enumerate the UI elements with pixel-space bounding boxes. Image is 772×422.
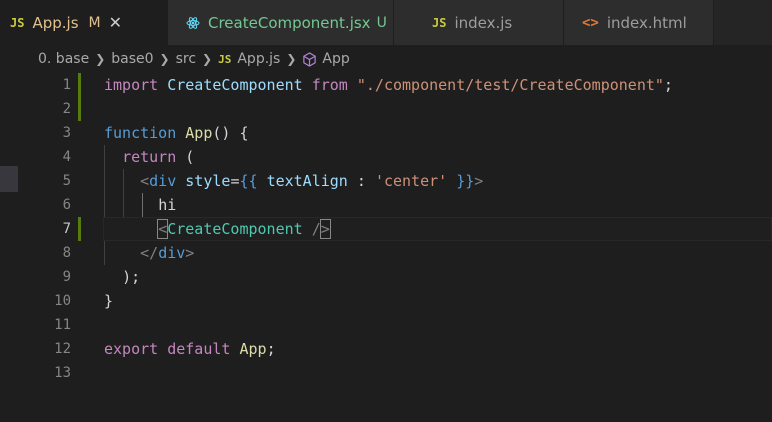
jsx-text: hi <box>158 196 177 214</box>
editor-tab-bar: JS App.js M ✕ CreateComponent.jsx U JS i… <box>0 0 772 45</box>
chevron-right-icon: ❯ <box>95 52 106 66</box>
code-line-current: 7 <CreateComponent /> <box>0 217 772 241</box>
tab-index-html[interactable]: <> index.html <box>564 0 714 45</box>
keyword: function <box>104 124 177 142</box>
code-editor[interactable]: 1 import CreateComponent from "./compone… <box>0 73 772 422</box>
component-name: CreateComponent <box>167 220 303 238</box>
code-line: 10 } <box>0 289 772 313</box>
line-number: 3 <box>62 125 71 141</box>
punctuation: } <box>104 292 114 310</box>
code-text: hi <box>104 193 176 217</box>
line-number: 7 <box>62 221 71 237</box>
tag-name: div <box>158 244 186 262</box>
punctuation: ( <box>185 148 195 166</box>
tag-bracket: < <box>157 219 169 239</box>
tag-bracket: > <box>185 244 195 262</box>
line-number: 8 <box>62 245 71 261</box>
string-literal: "./component/test/CreateComponent" <box>356 76 664 94</box>
line-number: 11 <box>54 317 71 333</box>
code-line: 5 <div style={{ textAlign : 'center' }}> <box>0 169 772 193</box>
code-line: 9 ); <box>0 265 772 289</box>
code-line: 13 <box>0 361 772 385</box>
punctuation: ; <box>663 76 673 94</box>
keyword: import <box>104 76 159 94</box>
breadcrumb-file[interactable]: App.js <box>237 51 280 67</box>
tab-label: index.html <box>606 13 687 32</box>
line-number: 13 <box>54 365 71 381</box>
breadcrumb-symbol[interactable]: App <box>322 51 349 67</box>
chevron-right-icon: ❯ <box>159 52 170 66</box>
breadcrumb: 0. base ❯ base0 ❯ src ❯ JS App.js ❯ App <box>0 45 772 73</box>
keyword: default <box>167 340 231 358</box>
line-number: 5 <box>62 173 71 189</box>
code-text: <div style={{ textAlign : 'center' }}> <box>104 169 483 193</box>
punctuation: () { <box>212 124 249 142</box>
code-text: export default App; <box>104 337 276 361</box>
jsx-brace: }} <box>456 172 475 190</box>
line-number: 2 <box>62 101 71 117</box>
code-line: 6 hi <box>0 193 772 217</box>
code-text: function App() { <box>104 121 249 145</box>
punctuation: ); <box>122 268 141 286</box>
line-number: 6 <box>62 197 71 213</box>
line-number: 10 <box>54 293 71 309</box>
punctuation: ; <box>266 340 276 358</box>
html-file-icon: <> <box>582 14 599 31</box>
code-text: } <box>104 289 113 313</box>
code-line: 1 import CreateComponent from "./compone… <box>0 73 772 97</box>
javascript-file-icon: JS <box>218 52 232 66</box>
property-name: textAlign <box>266 172 348 190</box>
string-literal: 'center' <box>374 172 448 190</box>
line-number: 4 <box>62 149 71 165</box>
code-line: 8 </div> <box>0 241 772 265</box>
keyword: return <box>122 148 177 166</box>
keyword: export <box>104 340 159 358</box>
react-icon <box>186 16 200 30</box>
code-line: 3 function App() { <box>0 121 772 145</box>
code-text: </div> <box>104 241 194 265</box>
tag-bracket: > <box>319 219 331 239</box>
code-line: 12 export default App; <box>0 337 772 361</box>
javascript-file-icon: JS <box>432 15 447 30</box>
untracked-indicator: U <box>376 14 387 31</box>
breadcrumb-item[interactable]: 0. base <box>38 51 89 67</box>
symbol-cube-icon <box>302 51 317 67</box>
tag-bracket: </ <box>140 244 159 262</box>
tab-app-js[interactable]: JS App.js M ✕ <box>0 0 168 45</box>
tag-bracket: > <box>474 172 484 190</box>
tag-name: div <box>149 172 177 190</box>
identifier: App <box>239 340 267 358</box>
code-text: ); <box>104 265 140 289</box>
line-number: 1 <box>62 77 71 93</box>
keyword: from <box>311 76 348 94</box>
tab-index-js[interactable]: JS index.js <box>394 0 564 45</box>
line-number: 9 <box>62 269 71 285</box>
javascript-file-icon: JS <box>10 15 25 30</box>
breadcrumb-item[interactable]: src <box>176 51 196 67</box>
function-name: App <box>185 124 213 142</box>
tab-label: index.js <box>454 13 513 32</box>
tab-create-component-jsx[interactable]: CreateComponent.jsx U <box>168 0 394 45</box>
code-line: 4 return ( <box>0 145 772 169</box>
attribute-name: style <box>185 172 231 190</box>
code-line: 2 <box>0 97 772 121</box>
breadcrumb-item[interactable]: base0 <box>111 51 153 67</box>
chevron-right-icon: ❯ <box>286 52 297 66</box>
tag-bracket: < <box>140 172 150 190</box>
tab-label: App.js <box>32 13 79 32</box>
code-text: import CreateComponent from "./component… <box>104 73 673 97</box>
tag-bracket: / <box>302 220 321 238</box>
punctuation: : <box>347 172 375 190</box>
code-text: <CreateComponent /> <box>104 217 331 241</box>
jsx-brace: {{ <box>239 172 258 190</box>
code-line: 11 <box>0 313 772 337</box>
line-number: 12 <box>54 341 71 357</box>
close-icon[interactable]: ✕ <box>109 13 122 32</box>
tab-label: CreateComponent.jsx <box>208 13 371 32</box>
code-text: return ( <box>104 145 194 169</box>
identifier: CreateComponent <box>167 76 303 94</box>
modified-indicator: M <box>88 14 101 31</box>
chevron-right-icon: ❯ <box>202 52 213 66</box>
